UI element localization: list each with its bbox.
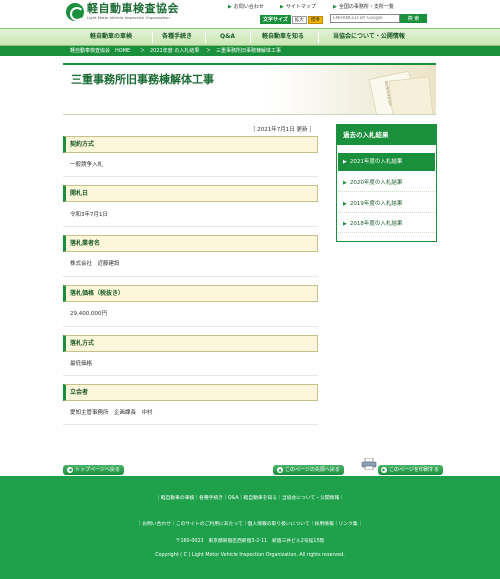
arrow-left-icon: ◀ xyxy=(67,467,73,473)
breadcrumb: 軽自動車検査協会 HOME ＞ 2021年度 の入札結果 ＞ 三重事務所旧事務棟… xyxy=(0,46,500,56)
search-input[interactable] xyxy=(330,14,400,23)
sidebar-heading: 過去の入札結果 xyxy=(337,125,436,145)
footer-info-links[interactable]: ｜お問い合わせ｜このサイトのご利用にあたって｜個人情報の取り扱いについて｜採用情… xyxy=(0,520,500,527)
sidebar-item-2018[interactable]: ▶ 2018年度の入札結果 xyxy=(338,215,435,233)
back-to-top-page-button[interactable]: ◀ トップページへ戻る xyxy=(63,465,124,475)
nav-item-about-kei[interactable]: 軽自動車を知る xyxy=(262,29,304,45)
sidebar-item-2019[interactable]: ▶ 2019年度の入札結果 xyxy=(338,195,435,213)
footer-address: 〒160-0023 東京都新宿区西新宿3-2-11 新宿三井ビル2号館15階 xyxy=(175,539,325,544)
section-value-witness: 愛知主管事務所 企画課長 中村 xyxy=(70,410,153,416)
section-divider xyxy=(63,375,318,376)
page-title-banner: 三重事務所旧事務棟解体工事 軽自動車検査協会 xyxy=(63,63,436,115)
footer-nav-links[interactable]: ｜軽自動車の車検｜各種手続き｜Q&A｜軽自動車を知る｜当協会について・公開情報｜ xyxy=(0,494,500,501)
updated-date: ［ 2021年7月1日 更新 ］ xyxy=(250,127,315,133)
font-size-switcher: 文字サイズ 拡大 標準 xyxy=(260,15,323,24)
sidebar-item-2021[interactable]: ▶ 2021年度の入札結果 xyxy=(338,153,435,171)
section-value-winning-bidder: 株式会社 近藤建設 xyxy=(70,261,120,267)
breadcrumb-year[interactable]: 2021年度 の入札結果 xyxy=(150,46,199,56)
breadcrumb-current: 三重事務所旧事務棟解体工事 xyxy=(216,48,282,54)
font-size-label: 文字サイズ xyxy=(260,15,291,24)
nav-item-inspection[interactable]: 軽自動車の車検 xyxy=(90,29,132,45)
arrow-right-icon: ▶ xyxy=(228,3,232,10)
nav-divider xyxy=(250,32,251,43)
print-page-button[interactable]: ▶ このページを印刷する xyxy=(378,465,443,475)
section-value-opening-date: 令和3年7月1日 xyxy=(70,212,108,218)
arrow-right-icon: ▶ xyxy=(343,159,347,165)
arrow-right-icon: ▶ xyxy=(333,3,337,10)
section-heading-winning-price: 落札価格（税抜き） xyxy=(63,285,318,302)
site-footer: ｜軽自動車の車検｜各種手続き｜Q&A｜軽自動車を知る｜当協会について・公開情報｜… xyxy=(0,476,500,579)
site-search: 検 索 xyxy=(330,14,427,23)
breadcrumb-separator: ＞ xyxy=(140,48,146,54)
nav-divider xyxy=(318,32,319,43)
breadcrumb-separator: ＞ xyxy=(206,48,212,54)
sitemap-link[interactable]: ▶ サイトマップ xyxy=(280,3,316,11)
page-top-button[interactable]: ▲ このページの先頭へ戻る xyxy=(273,465,344,475)
past-results-sidebar: 過去の入札結果 ▶ 2021年度の入札結果 ▶ 2020年度の入札結果 ▶ 20… xyxy=(336,124,437,242)
logo-icon xyxy=(66,3,84,21)
font-size-standard-button[interactable]: 標準 xyxy=(307,15,323,24)
section-divider xyxy=(63,276,318,277)
logo-title: 軽自動車検査協会 xyxy=(87,2,179,15)
section-divider xyxy=(63,326,318,327)
section-divider xyxy=(63,176,318,177)
section-heading-award-method: 落札方式 xyxy=(63,335,318,352)
page-title: 三重事務所旧事務棟解体工事 xyxy=(71,73,214,86)
printer-icon xyxy=(361,458,377,470)
arrow-right-icon: ▶ xyxy=(343,200,347,207)
breadcrumb-home[interactable]: 軽自動車検査協会 HOME xyxy=(70,46,130,56)
search-button[interactable]: 検 索 xyxy=(400,14,427,23)
contact-link[interactable]: ▶ お問い合わせ xyxy=(228,3,264,11)
section-divider xyxy=(63,424,318,425)
site-header: 軽自動車検査協会 Light Motor Vehicle Inspection … xyxy=(0,0,500,28)
nav-item-qa[interactable]: Q&A xyxy=(220,29,235,45)
nav-divider xyxy=(152,32,153,43)
font-size-large-button[interactable]: 拡大 xyxy=(291,15,307,24)
offices-list-link[interactable]: ▶ 全国の事務所・支所一覧 xyxy=(333,3,394,11)
decorative-document-image: 軽自動車検査協会 xyxy=(368,71,434,114)
sidebar-item-2020[interactable]: ▶ 2020年度の入札結果 xyxy=(338,174,435,192)
global-nav: 軽自動車の車検 各種手続き Q&A 軽自動車を知る 当協会について・公開情報 xyxy=(0,28,500,46)
arrow-right-icon: ▶ xyxy=(343,220,347,227)
section-value-award-method: 最低価格 xyxy=(70,361,93,367)
arrow-up-icon: ▲ xyxy=(277,467,283,473)
section-heading-contract-method: 契約方式 xyxy=(63,136,318,153)
nav-divider xyxy=(205,32,206,43)
nav-item-about-org[interactable]: 当協会について・公開情報 xyxy=(333,29,405,45)
section-value-winning-price: 29,400,000円 xyxy=(70,311,107,317)
arrow-right-icon: ▶ xyxy=(280,3,284,10)
section-heading-winning-bidder: 落札業者名 xyxy=(63,235,318,252)
section-value-contract-method: 一般競争入札 xyxy=(70,162,104,168)
footer-copyright: Copyright ( C ) Light Motor Vehicle Insp… xyxy=(155,553,345,558)
section-divider xyxy=(63,226,318,227)
section-heading-witness: 立会者 xyxy=(63,384,318,401)
arrow-right-icon: ▶ xyxy=(343,179,347,186)
arrow-right-icon: ▶ xyxy=(381,467,387,473)
logo-subtitle: Light Motor Vehicle Inspection Organizat… xyxy=(87,15,170,20)
nav-item-procedures[interactable]: 各種手続き xyxy=(162,29,192,45)
site-logo[interactable]: 軽自動車検査協会 Light Motor Vehicle Inspection … xyxy=(66,3,179,21)
section-heading-opening-date: 開札日 xyxy=(63,185,318,202)
